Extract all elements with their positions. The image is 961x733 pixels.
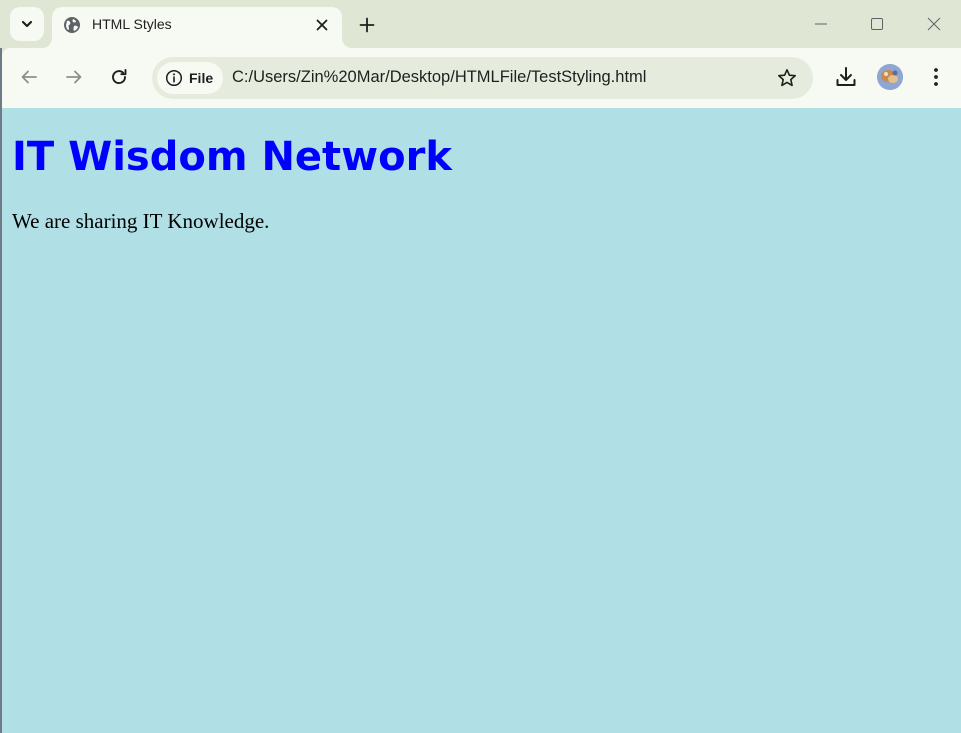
plus-icon [359,17,375,33]
avatar-icon [877,64,903,90]
minimize-icon [815,23,827,25]
arrow-right-icon [66,70,82,84]
tab-title: HTML Styles [92,16,172,32]
arrow-left-icon [21,70,37,84]
reload-icon [112,69,127,85]
page-heading: IT Wisdom Network [12,134,452,180]
downloads-button[interactable] [832,63,860,91]
chevron-down-icon [21,20,33,28]
minimize-button[interactable] [807,10,835,38]
browser-toolbar: File C:/Users/Zin%20Mar/Desktop/HTMLFile… [2,48,961,109]
profile-avatar[interactable] [877,64,903,90]
browser-menu-button[interactable] [923,63,949,91]
close-icon [316,19,328,31]
tab-search-button[interactable] [10,7,44,41]
page-paragraph: We are sharing IT Knowledge. [12,209,270,233]
maximize-icon [871,18,883,30]
browser-window: HTML Styles File C:/Users/Zin%20Mar/Desk… [0,0,961,733]
download-icon [836,67,856,86]
new-tab-button[interactable] [353,11,381,39]
kebab-menu-icon [934,68,938,86]
window-edge [0,48,2,733]
page-viewport: IT Wisdom Network We are sharing IT Know… [2,108,961,733]
forward-button[interactable] [59,62,89,92]
address-bar[interactable]: File C:/Users/Zin%20Mar/Desktop/HTMLFile… [152,57,813,99]
bookmark-button[interactable] [775,66,799,90]
tab-close-button[interactable] [312,15,332,35]
tab-strip: HTML Styles [0,0,961,48]
star-icon [778,69,796,87]
close-icon [927,17,941,31]
tab-html-styles[interactable]: HTML Styles [52,7,342,48]
site-info-chip[interactable]: File [157,62,223,94]
maximize-button[interactable] [863,10,891,38]
site-chip-label: File [189,70,214,86]
reload-button[interactable] [104,62,134,92]
close-window-button[interactable] [920,10,948,38]
info-icon [165,69,183,87]
globe-icon [64,17,80,33]
back-button[interactable] [14,62,44,92]
url-text[interactable]: C:/Users/Zin%20Mar/Desktop/HTMLFile/Test… [232,68,646,87]
